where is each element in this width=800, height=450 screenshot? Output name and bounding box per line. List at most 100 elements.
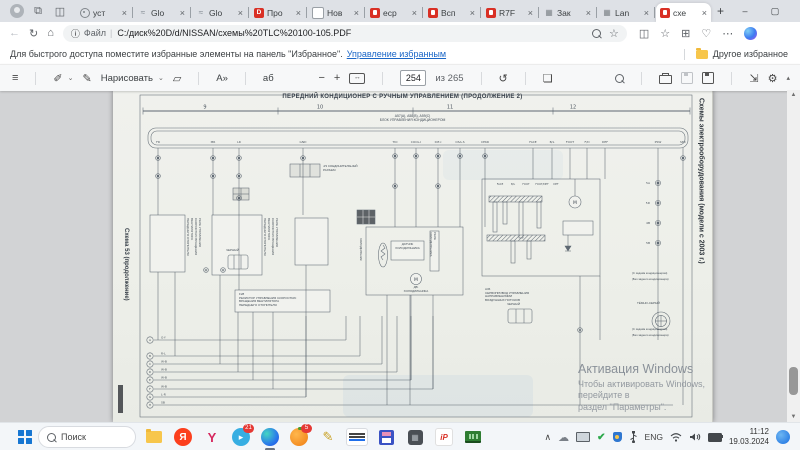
taskbar-search[interactable]: Поиск [38,426,136,448]
tab-close-icon[interactable]: × [122,8,127,18]
svg-text:10: 10 [317,105,323,111]
favorites-icon[interactable]: ☆ [660,27,670,40]
restore-button[interactable]: ▢ [760,0,790,22]
tab-close-icon[interactable]: × [644,8,649,18]
antivirus-check-icon[interactable]: ✔ [597,432,605,443]
language-indicator[interactable]: ENG [645,432,663,442]
rotate-icon[interactable]: ↺ [499,72,508,85]
browser-tab[interactable]: Всп× [424,3,479,22]
page-view-icon[interactable]: ❏ [543,72,553,85]
ram-app-icon[interactable] [462,426,484,448]
telegram-icon[interactable]: ▸21 [230,426,252,448]
url-field[interactable]: ⓘ Файл | C:/диск%20D/d/NISSAN/схемы%20TL… [63,25,627,42]
start-button[interactable] [7,426,29,448]
vertical-tabs-icon[interactable]: ◫ [52,3,68,19]
clock[interactable]: 11:12 19.03.2024 [729,427,769,446]
usb-icon[interactable] [629,431,638,443]
find-on-page-icon[interactable] [592,29,601,38]
browser-tab[interactable]: еср× [366,3,421,22]
back-icon[interactable]: ← [9,27,20,39]
profile-avatar-icon[interactable] [10,4,24,18]
collapse-toolbar-icon[interactable]: ▴ [786,74,790,82]
browser-tab[interactable]: DПро× [250,3,305,22]
favorite-star-icon[interactable]: ☆ [609,27,619,40]
draw-label[interactable]: Нарисовать [101,73,153,84]
tab-close-icon[interactable]: × [238,8,243,18]
tab-close-icon[interactable]: × [470,8,475,18]
ip-app-icon[interactable]: iP [433,426,455,448]
tab-title: Зак [557,8,583,18]
text-tool-icon[interactable]: аб [263,73,274,84]
fullscreen-icon[interactable]: ⇲ [749,72,758,85]
tab-close-icon[interactable]: × [528,8,533,18]
new-tab-button[interactable]: + [717,4,724,18]
home-icon[interactable]: ⌂ [47,27,54,39]
info-icon[interactable]: ⓘ [71,27,80,40]
pencil-app-icon[interactable]: ✎ [317,426,339,448]
browser-tab[interactable]: R7F× [482,3,537,22]
read-aloud-icon[interactable]: A» [216,73,228,84]
browser-tab[interactable]: ≈Glo× [134,3,189,22]
browser-tab[interactable]: схе× [656,3,711,22]
battery-icon[interactable] [708,433,722,442]
eraser-icon[interactable]: ▱ [173,72,181,85]
zoom-out-icon[interactable]: − [318,72,324,84]
refresh-icon[interactable]: ↻ [29,27,38,40]
security-shield-icon[interactable] [613,432,622,442]
copilot-icon[interactable] [744,27,757,40]
scrollbar-thumb[interactable] [789,367,798,395]
display-icon[interactable] [576,432,590,442]
browser-tab[interactable]: уст× [76,3,131,22]
file-explorer-icon[interactable] [143,426,165,448]
tab-close-icon[interactable]: × [296,8,301,18]
onedrive-cloud-icon[interactable]: ☁ [558,431,569,444]
scroll-up-icon[interactable]: ▲ [787,90,800,100]
svg-text:F/D: F/D [584,140,590,144]
draw-pen-icon[interactable]: ✎ [83,72,92,85]
speaker-icon[interactable] [689,432,701,442]
tab-close-icon[interactable]: × [586,8,591,18]
tab-title: Про [267,8,293,18]
zoom-in-icon[interactable]: + [334,72,340,84]
vertical-scrollbar[interactable]: ▲ ▼ [787,90,800,422]
highlighter-icon[interactable]: ✐ [53,72,62,85]
more-menu-icon[interactable]: ⋯ [722,27,733,40]
pdf-tab-icon [370,8,380,18]
manage-favorites-link[interactable]: Управление избранным [347,49,446,59]
scroll-down-icon[interactable]: ▼ [787,412,800,422]
collections-icon[interactable]: ⊞ [681,27,690,40]
workspaces-icon[interactable]: ⧉ [30,3,46,19]
svg-text:E: E [149,378,151,382]
floppy-app-icon[interactable] [375,426,397,448]
dark-app-icon[interactable]: ▦ [404,426,426,448]
techline-connect-icon[interactable] [346,426,368,448]
save-as-icon[interactable] [702,72,714,84]
toc-icon[interactable]: ≡ [12,72,18,84]
tab-close-icon[interactable]: × [412,8,417,18]
settings-gear-icon[interactable]: ⚙ [768,72,778,85]
notification-icon[interactable] [776,430,790,444]
tray-chevron-icon[interactable]: ∧ [545,432,552,443]
close-button[interactable]: ✕ [790,0,800,22]
browser-essentials-icon[interactable]: ♡ [701,27,711,40]
browser-tab[interactable]: ▦Lan× [598,3,653,22]
tab-close-icon[interactable]: × [354,8,359,18]
print-icon[interactable] [659,75,672,84]
page-number-input[interactable]: 254 [400,70,426,86]
minimize-button[interactable]: – [730,0,760,22]
yandex-y-icon[interactable]: Y [201,426,223,448]
yandex-browser-icon[interactable]: Я [172,426,194,448]
wifi-icon[interactable] [670,433,682,442]
split-screen-icon[interactable]: ◫ [639,27,649,40]
browser-tab[interactable]: ▦Зак× [540,3,595,22]
browser-tab[interactable]: ≈Glo× [192,3,247,22]
mandarin-app-icon[interactable]: 5 [288,426,310,448]
fit-width-icon[interactable]: ↔ [349,73,365,84]
browser-tab[interactable]: Нов× [308,3,363,22]
other-favorites[interactable]: Другое избранное [713,49,788,59]
search-document-icon[interactable] [615,74,624,83]
tab-close-icon[interactable]: × [180,8,185,18]
save-icon[interactable] [681,72,693,84]
edge-icon[interactable] [259,426,281,448]
tab-close-icon[interactable]: × [702,8,707,18]
